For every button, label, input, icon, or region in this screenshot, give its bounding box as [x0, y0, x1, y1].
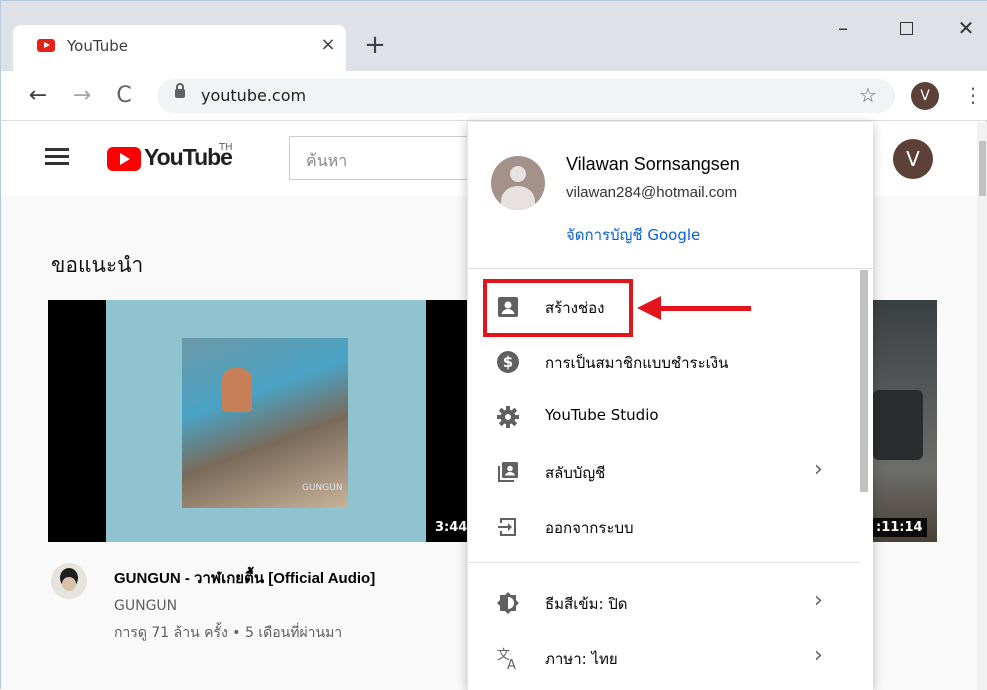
dollar-circle-icon: $ [496, 350, 520, 374]
youtube-favicon-icon [37, 39, 55, 52]
new-tab-button[interactable]: + [361, 31, 389, 59]
hamburger-menu-icon[interactable] [45, 148, 69, 166]
translate-icon: 文A [496, 646, 520, 670]
tab-youtube[interactable]: YouTube × [13, 25, 346, 71]
bookmark-star-icon[interactable]: ☆ [859, 83, 877, 107]
sign-out-icon [496, 515, 520, 539]
channel-avatar[interactable] [51, 563, 87, 599]
user-email: vilawan284@hotmail.com [566, 184, 738, 201]
menu-item-youtube-studio[interactable]: YouTube Studio [468, 390, 860, 445]
minimize-button[interactable]: – [823, 13, 863, 43]
svg-text:A: A [507, 658, 516, 670]
menu-item-paid-memberships[interactable]: $ การเป็นสมาชิกแบบชำระเงิน [468, 335, 860, 390]
page-scrollbar-thumb[interactable] [979, 141, 986, 196]
maximize-button[interactable] [886, 13, 926, 43]
video-meta: การดู 71 ล้าน ครั้ง • 5 เดือนที่ผ่านมา [114, 625, 343, 641]
video-title[interactable]: GUNGUN - วาฬเกยตื้น [Official Audio] [114, 566, 375, 590]
youtube-logo-icon[interactable] [107, 147, 141, 171]
user-avatar [491, 156, 545, 210]
thumbnail-signature: GUNGUN [302, 483, 343, 493]
menu-item-dark-theme[interactable]: ธีมสีเข้ม: ปิด › [468, 576, 860, 631]
window-close-button[interactable]: ✕ [946, 13, 986, 43]
page-scrollbar[interactable] [977, 122, 987, 690]
forward-button[interactable]: → [67, 81, 97, 111]
menu-item-sign-out[interactable]: ออกจากระบบ [468, 500, 860, 555]
manage-google-account-link[interactable]: จัดการบัญชี Google [566, 223, 700, 247]
video-duration-2: :11:14 [872, 518, 927, 537]
user-name: Vilawan Sornsangsen [566, 154, 740, 174]
video-channel[interactable]: GUNGUN [114, 598, 177, 614]
thumbnail-photo: GUNGUN [182, 338, 348, 508]
chevron-right-icon: › [814, 588, 823, 613]
country-code: TH [219, 142, 233, 153]
account-menu-header: Vilawan Sornsangsen vilawan284@hotmail.c… [468, 122, 874, 269]
maximize-icon [899, 22, 913, 35]
account-avatar-button[interactable]: V [893, 139, 933, 179]
chevron-right-icon: › [814, 457, 823, 482]
switch-account-icon [496, 460, 520, 484]
search-input[interactable]: ค้นหา [289, 136, 479, 180]
address-bar[interactable]: youtube.com ☆ [157, 79, 895, 113]
video-duration: 3:44 [431, 518, 472, 537]
lock-icon [175, 83, 185, 98]
gear-icon [496, 405, 520, 429]
browser-window: YouTube × + – ✕ ← → C youtube.com ☆ V ⋮ … [0, 0, 987, 690]
menu-item-label: ภาษา: ไทย [545, 650, 618, 668]
section-title: ขอแนะนำ [51, 253, 144, 277]
annotation-arrow-head-icon [637, 296, 661, 320]
tab-strip: YouTube × + – ✕ [1, 1, 987, 71]
menu-scrollbar[interactable] [860, 270, 868, 492]
menu-item-language[interactable]: 文A ภาษา: ไทย › [468, 631, 860, 686]
menu-item-switch-account[interactable]: สลับบัญชี › [468, 445, 860, 500]
menu-item-label: การเป็นสมาชิกแบบชำระเงิน [545, 354, 729, 372]
svg-text:$: $ [503, 353, 513, 371]
video-thumbnail-2[interactable] [863, 300, 937, 542]
back-button[interactable]: ← [23, 81, 53, 111]
account-menu: Vilawan Sornsangsen vilawan284@hotmail.c… [467, 122, 874, 690]
chevron-right-icon: › [814, 643, 823, 668]
reload-button[interactable]: C [109, 81, 139, 111]
menu-item-label: สลับบัญชี [545, 464, 606, 482]
menu-item-label: ออกจากระบบ [545, 519, 634, 537]
menu-item-label: YouTube Studio [545, 406, 659, 424]
browser-toolbar: ← → C youtube.com ☆ [1, 71, 987, 121]
url-text: youtube.com [201, 86, 307, 105]
annotation-arrow-icon [659, 306, 751, 311]
search-placeholder: ค้นหา [306, 151, 348, 170]
video-thumbnail[interactable]: GUNGUN [48, 300, 468, 542]
browser-profile-avatar[interactable]: V [911, 82, 939, 110]
tab-title: YouTube [67, 37, 128, 55]
menu-divider [468, 562, 860, 563]
dark-theme-icon [496, 591, 520, 615]
highlight-box [483, 279, 633, 337]
tab-close-icon[interactable]: × [316, 33, 340, 57]
menu-item-label: ธีมสีเข้ม: ปิด [545, 595, 628, 613]
browser-menu-icon[interactable]: ⋮ [963, 83, 983, 107]
